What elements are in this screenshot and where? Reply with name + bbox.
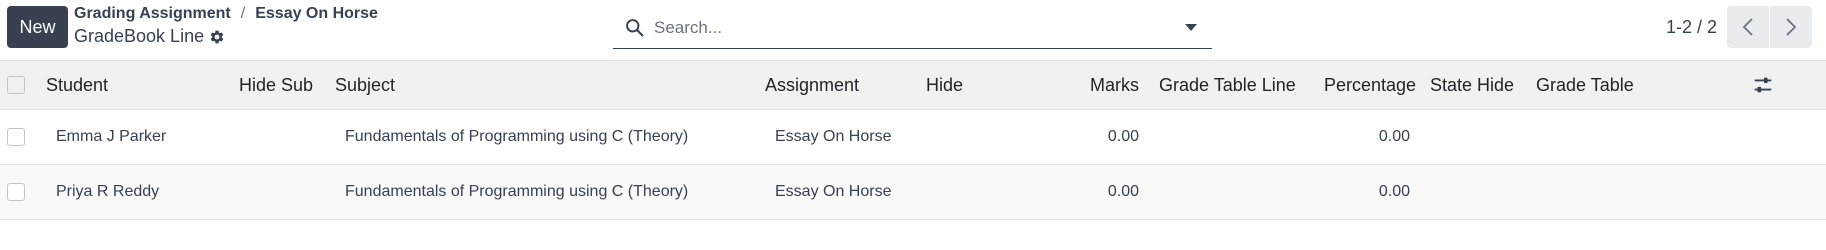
optional-columns-toggle[interactable] — [1699, 61, 1826, 110]
caret-down-icon — [1185, 23, 1197, 31]
search-input[interactable] — [654, 7, 1176, 48]
column-header-assignment[interactable]: Assignment — [755, 61, 916, 110]
breadcrumb-item-essay-on-horse[interactable]: Essay On Horse — [255, 5, 378, 23]
search-icon — [626, 19, 644, 37]
column-header-hide-sub[interactable]: Hide Sub — [229, 61, 325, 110]
pager-previous-button[interactable] — [1727, 6, 1769, 48]
column-header-marks[interactable]: Marks — [1026, 61, 1149, 110]
row-checkbox[interactable] — [7, 183, 25, 201]
cell-assignment[interactable]: Essay On Horse — [755, 110, 916, 165]
cell-hide[interactable] — [916, 110, 1026, 165]
column-header-grade-table[interactable]: Grade Table — [1526, 61, 1699, 110]
select-all-checkbox[interactable] — [7, 76, 25, 94]
page-title-row: GradeBook Line — [74, 26, 225, 47]
row-select-cell — [0, 110, 36, 165]
chevron-right-icon — [1786, 18, 1797, 36]
row-checkbox[interactable] — [7, 128, 25, 146]
search-box — [613, 7, 1212, 49]
cell-assignment[interactable]: Essay On Horse — [755, 165, 916, 220]
column-header-percentage[interactable]: Percentage — [1314, 61, 1420, 110]
cell-spacer — [1699, 165, 1826, 220]
pager-next-button[interactable] — [1770, 6, 1812, 48]
pager: 1-2 / 2 — [1666, 6, 1812, 48]
cell-hide-sub[interactable] — [229, 165, 325, 220]
cell-marks[interactable]: 0.00 — [1026, 165, 1149, 220]
cell-grade-table[interactable] — [1526, 165, 1699, 220]
table-row[interactable]: Emma J Parker Fundamentals of Programmin… — [0, 109, 1826, 165]
cell-student[interactable]: Priya R Reddy — [36, 165, 229, 220]
cell-subject[interactable]: Fundamentals of Programming using C (The… — [325, 165, 755, 220]
control-panel: New Grading Assignment / Essay On Horse … — [0, 0, 1826, 60]
column-header-subject[interactable]: Subject — [325, 61, 755, 110]
cell-state-hide[interactable] — [1420, 165, 1526, 220]
gear-icon[interactable] — [209, 29, 225, 45]
breadcrumb: Grading Assignment / Essay On Horse — [74, 5, 378, 23]
search-options-toggle[interactable] — [1176, 7, 1206, 48]
new-button[interactable]: New — [7, 6, 68, 48]
gradebook-line-list: Student Hide Sub Subject Assignment Hide… — [0, 60, 1826, 220]
cell-percentage[interactable]: 0.00 — [1314, 165, 1420, 220]
breadcrumb-separator: / — [240, 5, 246, 22]
cell-spacer — [1699, 110, 1826, 165]
table-header-row: Student Hide Sub Subject Assignment Hide… — [0, 60, 1826, 110]
cell-state-hide[interactable] — [1420, 110, 1526, 165]
sliders-icon — [1754, 77, 1771, 93]
cell-subject[interactable]: Fundamentals of Programming using C (The… — [325, 110, 755, 165]
cell-hide-sub[interactable] — [229, 110, 325, 165]
select-all-cell — [0, 61, 36, 110]
cell-grade-table-line[interactable] — [1149, 165, 1314, 220]
cell-student[interactable]: Emma J Parker — [36, 110, 229, 165]
cell-grade-table-line[interactable] — [1149, 110, 1314, 165]
column-header-hide[interactable]: Hide — [916, 61, 1026, 110]
cell-marks[interactable]: 0.00 — [1026, 110, 1149, 165]
cell-grade-table[interactable] — [1526, 110, 1699, 165]
breadcrumb-item-grading-assignment[interactable]: Grading Assignment — [74, 5, 231, 23]
cell-percentage[interactable]: 0.00 — [1314, 110, 1420, 165]
row-select-cell — [0, 165, 36, 220]
column-header-grade-table-line[interactable]: Grade Table Line — [1149, 61, 1314, 110]
cell-hide[interactable] — [916, 165, 1026, 220]
column-header-student[interactable]: Student — [36, 61, 229, 110]
chevron-left-icon — [1742, 18, 1753, 36]
pager-value[interactable]: 1-2 / 2 — [1666, 17, 1717, 38]
column-header-state-hide[interactable]: State Hide — [1420, 61, 1526, 110]
table-row[interactable]: Priya R Reddy Fundamentals of Programmin… — [0, 164, 1826, 220]
page-title: GradeBook Line — [74, 26, 205, 46]
